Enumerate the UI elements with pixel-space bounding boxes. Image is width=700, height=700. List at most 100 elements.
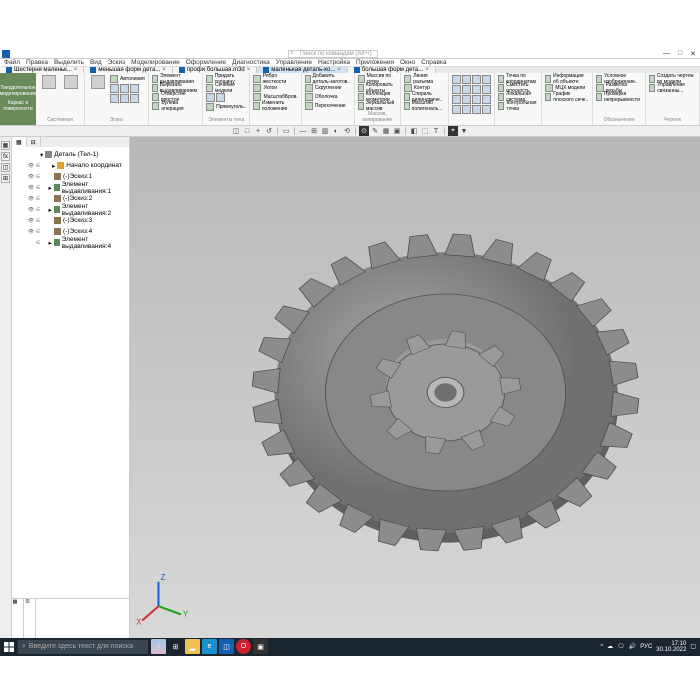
task-icon-app[interactable]: ◫ <box>219 639 234 654</box>
task-icon-cortana[interactable]: ○ <box>151 639 166 654</box>
menu-diagnostics[interactable]: Диагностика <box>232 59 270 66</box>
tool-icon[interactable] <box>462 75 471 84</box>
visibility-icon[interactable]: 👁 <box>28 174 34 180</box>
tool-icon[interactable] <box>482 85 491 94</box>
tool-icon[interactable] <box>206 93 215 102</box>
command-search[interactable]: Поиск по командам (Alt+/) <box>288 50 378 58</box>
tool-icon[interactable] <box>452 85 461 94</box>
menu-sketch[interactable]: Эскиз <box>108 59 125 66</box>
tray-action-center-icon[interactable]: ▢ <box>690 643 696 650</box>
viewport-3d[interactable]: Z Y X <box>130 137 700 638</box>
filter-btn[interactable]: ▼ <box>459 126 469 136</box>
tool-icon[interactable] <box>472 95 481 104</box>
ribbon-mode-solid[interactable]: Твердотельное моделирование Каркас и пов… <box>0 73 36 125</box>
ribbon-move[interactable]: Изменить положение <box>253 102 297 110</box>
tree-tab[interactable]: ⊟ <box>27 137 41 147</box>
task-icon-app[interactable]: ▣ <box>253 639 268 654</box>
tree-tab[interactable]: ▦ <box>12 137 27 147</box>
view-btn[interactable]: ◧ <box>409 126 419 136</box>
tool-icon[interactable] <box>482 75 491 84</box>
tool-icon[interactable] <box>120 84 129 93</box>
sidestrip-btn[interactable]: ⊞ <box>1 174 10 183</box>
menu-file[interactable]: Файл <box>4 59 20 66</box>
view-btn[interactable]: ▥ <box>320 126 330 136</box>
task-icon-edge[interactable]: e <box>202 639 217 654</box>
start-button[interactable] <box>0 638 18 656</box>
ribbon-btn[interactable] <box>39 75 59 116</box>
view-btn[interactable]: ◐ <box>331 126 341 136</box>
enable-icon[interactable]: ∈ <box>35 207 41 213</box>
menu-help[interactable]: Справка <box>421 59 447 66</box>
view-btn[interactable]: ▭ <box>281 126 291 136</box>
tool-icon[interactable] <box>462 95 471 104</box>
tool-icon[interactable] <box>472 85 481 94</box>
tree-item-extrude[interactable]: 👁∈▸Элемент выдавливания:1 <box>14 182 127 193</box>
view-btn[interactable]: — <box>298 126 308 136</box>
ribbon-autoline[interactable]: Автолиния <box>110 75 145 83</box>
ribbon-section[interactable]: Сечение модели <box>206 84 246 92</box>
ribbon-shell[interactable]: Оболочка <box>305 93 351 101</box>
view-btn[interactable]: ⊞ <box>309 126 319 136</box>
tool-icon[interactable] <box>110 84 119 93</box>
ribbon-managelinks[interactable]: Управление связанны... <box>649 84 696 92</box>
visibility-icon[interactable]: 👁 <box>28 185 34 191</box>
tray-expand-icon[interactable]: ^ <box>600 644 603 650</box>
menu-window[interactable]: Окно <box>400 59 415 66</box>
menu-view[interactable]: Вид <box>90 59 102 66</box>
enable-icon[interactable]: ∈ <box>35 218 41 224</box>
minimize-button[interactable]: — <box>663 50 670 58</box>
ribbon-boolean[interactable]: Булева операция <box>152 102 199 110</box>
menu-edit[interactable]: Правка <box>26 59 48 66</box>
tool-icon[interactable] <box>216 93 225 102</box>
enable-icon[interactable]: ∈ <box>35 185 41 191</box>
ribbon-fillet[interactable]: Скругление <box>305 84 351 92</box>
menu-modeling[interactable]: Моделирование <box>131 59 180 66</box>
taskbar-clock[interactable]: 17:10 30.10.2022 <box>656 641 686 653</box>
visibility-icon[interactable]: 👁 <box>28 196 34 202</box>
ribbon-polyscale[interactable]: Масштаб полигональ... <box>404 102 445 110</box>
enable-icon[interactable]: ∈ <box>35 240 41 246</box>
ribbon-rect[interactable]: Прямоуголь.. <box>206 103 246 111</box>
tool-icon[interactable] <box>130 94 139 103</box>
tool-icon[interactable] <box>472 75 481 84</box>
view-btn[interactable]: ◫ <box>231 126 241 136</box>
enable-icon[interactable]: ∈ <box>35 196 41 202</box>
close-button[interactable]: ✕ <box>690 50 696 58</box>
tree-item-origin[interactable]: 👁∈▸Начало координат <box>14 160 127 171</box>
ribbon-continuity[interactable]: Проверка непрерывности <box>596 93 642 101</box>
ribbon-ctrlpt[interactable]: Контрольная точка <box>498 102 538 110</box>
sidestrip-btn[interactable]: ▦ <box>1 141 10 150</box>
tree-root[interactable]: ▾Деталь (Тел-1) <box>14 149 127 160</box>
ribbon-intersect[interactable]: Пересечение <box>305 102 351 110</box>
view-btn[interactable]: □ <box>242 126 252 136</box>
task-icon-opera[interactable]: O <box>236 639 251 654</box>
task-icon-taskview[interactable]: ⊞ <box>168 639 183 654</box>
tree-bottom-tab[interactable]: ⊟ <box>24 599 36 638</box>
sidestrip-btn[interactable]: ◫ <box>1 163 10 172</box>
visibility-icon[interactable]: 👁 <box>28 163 34 169</box>
enable-icon[interactable]: ∈ <box>35 174 41 180</box>
ribbon-mirror[interactable]: Зеркальный массив <box>358 102 397 110</box>
ribbon-btn[interactable] <box>88 75 108 116</box>
visibility-icon[interactable]: 👁 <box>28 218 34 224</box>
visibility-icon[interactable]: 👁 <box>28 229 34 235</box>
tool-icon[interactable] <box>482 95 491 104</box>
tool-icon[interactable] <box>462 105 471 114</box>
menu-settings[interactable]: Настройка <box>318 59 350 66</box>
tool-icon[interactable] <box>472 105 481 114</box>
ribbon-graph[interactable]: График плоского сече.. <box>545 93 589 101</box>
view-btn[interactable]: ⟲ <box>342 126 352 136</box>
view-btn[interactable]: + <box>253 126 263 136</box>
tray-notif-icon[interactable]: 🗨 <box>617 643 625 650</box>
enable-icon[interactable]: ∈ <box>35 163 41 169</box>
tray-language[interactable]: РУС <box>640 644 652 650</box>
ribbon-draft[interactable]: Уклон <box>253 84 297 92</box>
ribbon-parting[interactable]: Линия разъема <box>404 75 445 83</box>
view-btn[interactable]: ✎ <box>370 126 380 136</box>
tree-item-extrude[interactable]: ∈▸Элемент выдавливания:4 <box>14 237 127 248</box>
tool-icon[interactable] <box>452 95 461 104</box>
tool-icon[interactable] <box>462 85 471 94</box>
view-btn[interactable]: ▦ <box>381 126 391 136</box>
view-btn[interactable]: ⌖ <box>448 126 458 136</box>
menu-applications[interactable]: Приложения <box>356 59 394 66</box>
